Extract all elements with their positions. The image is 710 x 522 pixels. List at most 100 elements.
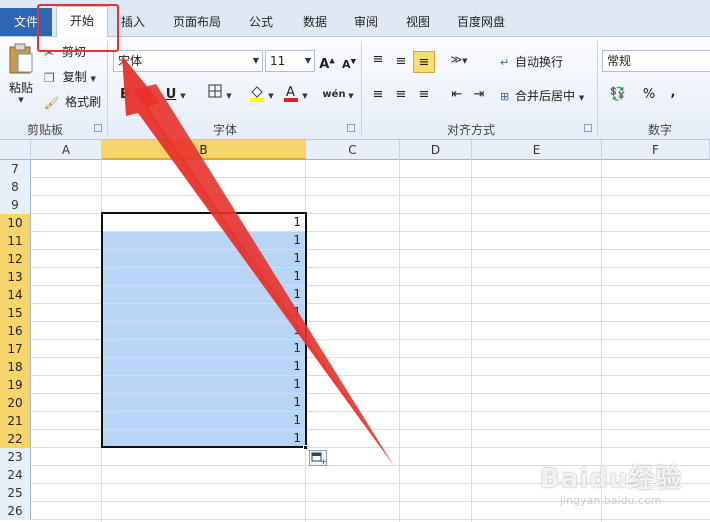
svg-text:+: +: [320, 457, 326, 465]
tab-data[interactable]: 数据: [292, 8, 338, 36]
paintbrush-icon: 🖌: [44, 95, 60, 110]
align-bottom-button[interactable]: ≡: [413, 51, 435, 73]
alignment-launcher-icon[interactable]: [584, 124, 592, 132]
tab-formulas[interactable]: 公式: [238, 8, 284, 36]
row-header[interactable]: 20: [0, 394, 31, 412]
increase-font-size-button[interactable]: A▲: [316, 50, 338, 72]
fill-color-dropdown-icon[interactable]: ▼: [266, 84, 276, 106]
orientation-button[interactable]: ≫▼: [448, 49, 470, 71]
decrease-font-size-button[interactable]: A▼: [338, 50, 360, 72]
italic-button[interactable]: I: [136, 84, 158, 106]
wrap-text-label: 自动换行: [515, 55, 564, 69]
row-header[interactable]: 24: [0, 466, 31, 484]
cell-b[interactable]: [102, 466, 305, 483]
increase-indent-button[interactable]: ⇥: [468, 84, 490, 106]
comma-style-button[interactable]: ,: [662, 82, 684, 104]
row-header[interactable]: 18: [0, 358, 31, 376]
cell-b[interactable]: [102, 178, 305, 195]
auto-fill-options-button[interactable]: +: [309, 450, 327, 466]
select-all-corner[interactable]: [0, 140, 31, 160]
tab-review[interactable]: 审阅: [345, 8, 387, 36]
align-center-button[interactable]: ≡: [390, 84, 412, 106]
row-header[interactable]: 7: [0, 160, 31, 178]
orientation-icon: ≫: [450, 53, 463, 66]
phonetic-dropdown-icon[interactable]: ▼: [346, 84, 356, 106]
svg-text:A: A: [286, 85, 295, 100]
tab-page-layout[interactable]: 页面布局: [164, 8, 230, 36]
row-header[interactable]: 8: [0, 178, 31, 196]
align-bottom-icon: ≡: [418, 55, 430, 70]
paste-label: 粘贴: [8, 81, 33, 95]
font-size-combo[interactable]: 11 ▼: [265, 50, 315, 72]
align-right-button[interactable]: ≡: [413, 84, 435, 106]
increase-indent-icon: ⇥: [473, 87, 485, 102]
column-header-d[interactable]: D: [400, 140, 472, 160]
chevron-down-icon: ▼: [252, 56, 259, 65]
row-header[interactable]: 23: [0, 448, 31, 466]
copy-dropdown-icon[interactable]: ▼: [90, 75, 95, 83]
row-header[interactable]: 21: [0, 412, 31, 430]
cell-b[interactable]: [102, 448, 305, 465]
paste-button[interactable]: 粘贴 ▼: [4, 43, 38, 104]
merge-dropdown-icon[interactable]: ▼: [579, 94, 584, 102]
align-middle-icon: ≡: [395, 54, 407, 69]
annotation-highlight-box: [37, 4, 119, 52]
row-header[interactable]: 12: [0, 250, 31, 268]
row-header[interactable]: 16: [0, 322, 31, 340]
tab-view[interactable]: 视图: [397, 8, 439, 36]
row-header[interactable]: 22: [0, 430, 31, 448]
row-header[interactable]: 13: [0, 268, 31, 286]
borders-dropdown-icon[interactable]: ▼: [224, 84, 234, 106]
decrease-indent-button[interactable]: ⇤: [446, 84, 468, 106]
fill-color-button[interactable]: [246, 84, 268, 106]
row-header[interactable]: 25: [0, 484, 31, 502]
font-color-button[interactable]: A: [280, 84, 302, 106]
italic-icon: I: [144, 87, 150, 102]
tab-baidu-netdisk[interactable]: 百度网盘: [448, 8, 514, 36]
row-header[interactable]: 15: [0, 304, 31, 322]
group-divider: [107, 41, 108, 135]
accounting-format-button[interactable]: 💱: [604, 84, 632, 106]
cell-b[interactable]: [102, 196, 305, 213]
merge-center-label: 合并后居中: [515, 89, 576, 103]
row-header[interactable]: 11: [0, 232, 31, 250]
row-header[interactable]: 19: [0, 376, 31, 394]
column-header-c[interactable]: C: [306, 140, 400, 160]
copy-button[interactable]: ❐ 复制 ▼: [44, 68, 96, 85]
cell-b[interactable]: [102, 484, 305, 501]
font-name-combo[interactable]: 宋体 ▼: [113, 50, 263, 72]
font-launcher-icon[interactable]: [347, 124, 355, 132]
bold-button[interactable]: B: [114, 84, 136, 106]
row-header[interactable]: 26: [0, 502, 31, 520]
align-left-button[interactable]: ≡: [367, 84, 389, 106]
format-painter-button[interactable]: 🖌 格式刷: [44, 93, 101, 110]
decrease-indent-icon: ⇤: [451, 87, 463, 102]
align-left-icon: ≡: [372, 87, 384, 102]
percent-style-button[interactable]: %: [638, 84, 660, 106]
merge-center-button[interactable]: ⊞ 合并后居中 ▼: [500, 87, 584, 104]
column-header-e[interactable]: E: [472, 140, 602, 160]
paste-dropdown-icon[interactable]: ▼: [4, 96, 38, 104]
column-header-f[interactable]: F: [602, 140, 710, 160]
clipboard-launcher-icon[interactable]: [94, 124, 102, 132]
align-top-button[interactable]: ≡: [367, 49, 389, 71]
row-header[interactable]: 9: [0, 196, 31, 214]
borders-button[interactable]: [204, 84, 226, 106]
row-header[interactable]: 10: [0, 214, 31, 232]
phonetic-guide-button[interactable]: wén: [322, 84, 346, 106]
row-header[interactable]: 14: [0, 286, 31, 304]
watermark-url: jingyan.baidu.com: [560, 494, 662, 507]
underline-dropdown-icon[interactable]: ▼: [178, 84, 188, 106]
row-header[interactable]: 17: [0, 340, 31, 358]
align-middle-button[interactable]: ≡: [390, 51, 412, 73]
column-header-b[interactable]: B: [102, 140, 306, 160]
align-right-icon: ≡: [418, 87, 430, 102]
merge-cells-icon: ⊞: [500, 90, 510, 103]
number-format-combo[interactable]: 常规: [602, 50, 710, 72]
fill-handle[interactable]: [303, 445, 308, 450]
cell-b[interactable]: [102, 502, 305, 519]
wrap-text-button[interactable]: ↵ 自动换行: [500, 53, 563, 70]
column-header-a[interactable]: A: [31, 140, 102, 160]
font-color-dropdown-icon[interactable]: ▼: [300, 84, 310, 106]
cell-b[interactable]: [102, 160, 305, 177]
